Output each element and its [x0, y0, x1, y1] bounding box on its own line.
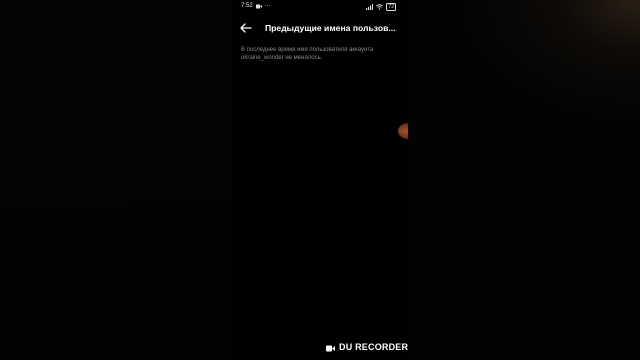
notification-icon [255, 4, 262, 8]
status-time: 7:52 [241, 3, 253, 9]
app-bar: Предыдущие имена пользов... [232, 16, 408, 40]
battery-icon: 72 [386, 3, 396, 11]
status-left: 7:52 ··· [241, 3, 271, 9]
background-left [0, 0, 232, 360]
status-bar: 7:52 ··· 72 [232, 0, 408, 14]
back-arrow-icon [240, 23, 252, 33]
phone-screen: 7:52 ··· 72 Предыдущие имена пользов... … [232, 0, 408, 360]
floating-recorder-bubble[interactable] [398, 123, 408, 139]
status-extra: ··· [264, 3, 271, 9]
recorder-watermark: DU RECORDER [326, 342, 408, 352]
status-right: 72 [366, 3, 396, 11]
watermark-text: DU RECORDER [339, 342, 409, 352]
page-title: Предыдущие имена пользов... [265, 23, 396, 33]
wifi-icon [376, 4, 384, 10]
empty-history-message: В последнее время имя пользователя аккау… [241, 47, 374, 61]
back-button[interactable] [238, 20, 254, 36]
video-camera-icon [326, 344, 335, 351]
signal-icon [366, 4, 374, 10]
background-right [408, 0, 640, 360]
